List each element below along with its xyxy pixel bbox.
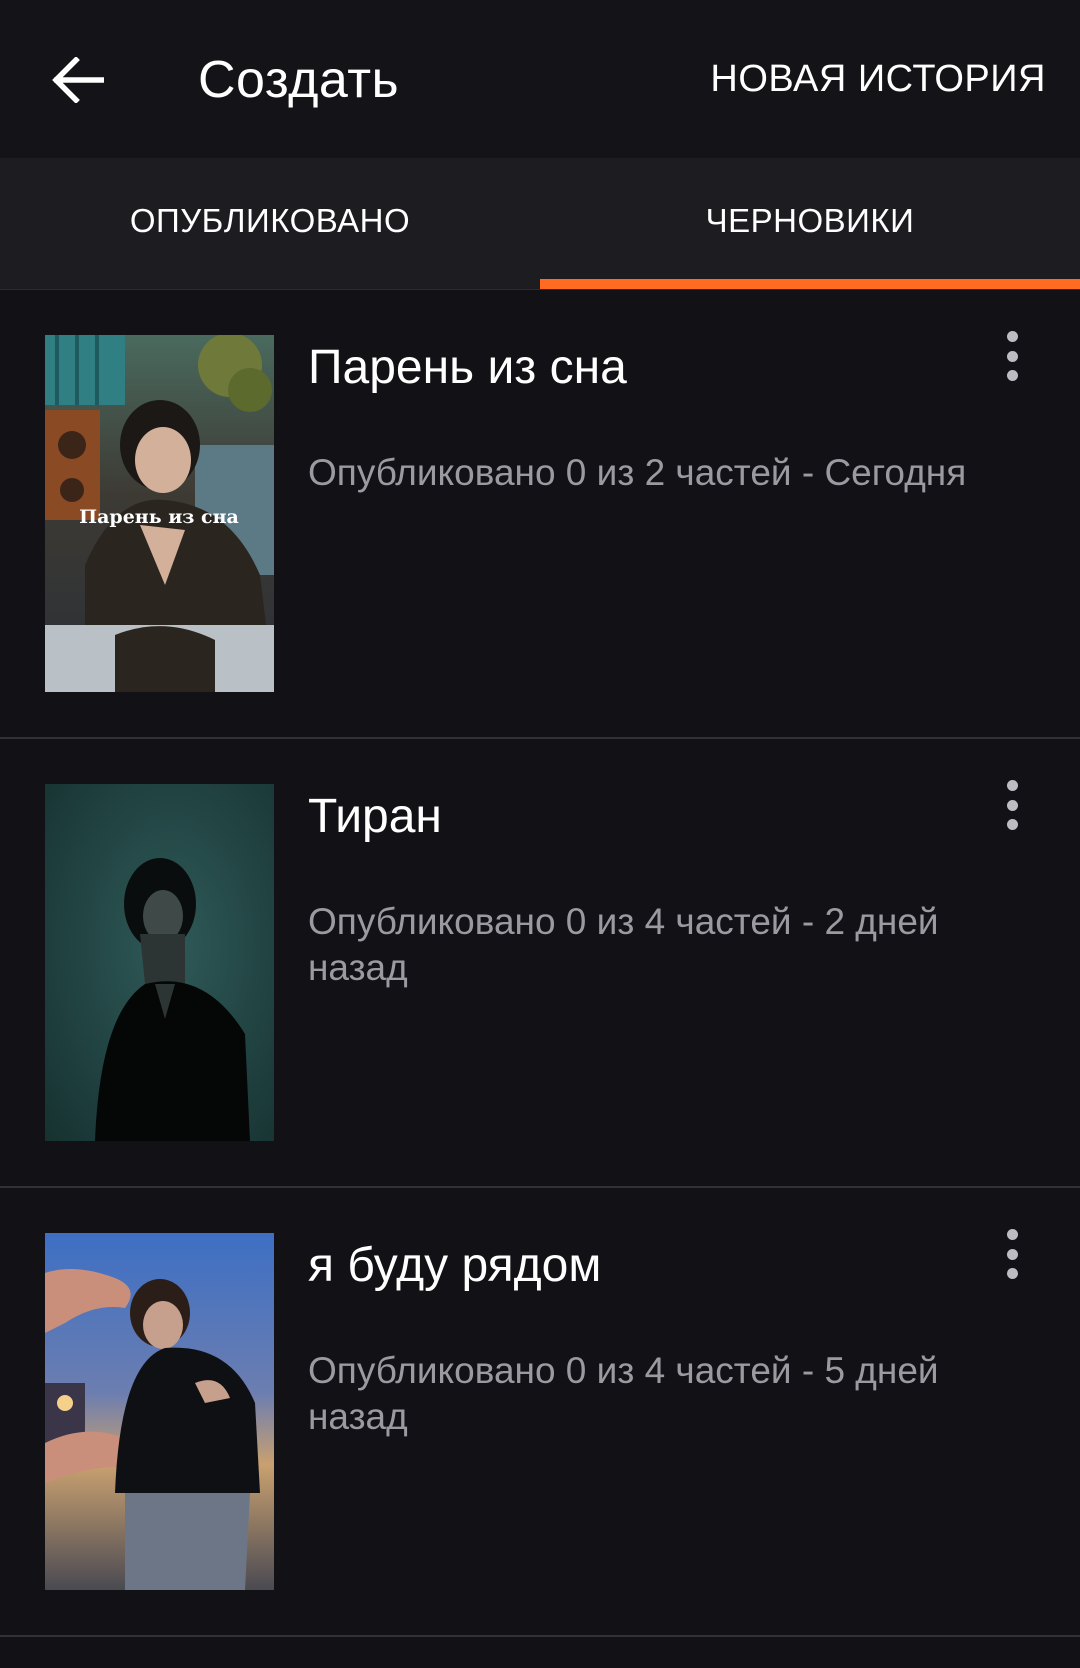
tab-drafts[interactable]: ЧЕРНОВИКИ — [540, 158, 1080, 289]
top-app-bar: Создать НОВАЯ ИСТОРИЯ — [0, 0, 1080, 158]
story-cover-image: Парень из сна — [45, 335, 274, 692]
page-title: Создать — [198, 51, 400, 109]
story-title: Тиран — [308, 790, 442, 843]
story-item[interactable]: Парень из сна Парень из сна Опубликовано… — [0, 290, 1080, 739]
arrow-left-icon — [51, 57, 104, 103]
story-list: Парень из сна Парень из сна Опубликовано… — [0, 290, 1080, 1637]
story-meta: Опубликовано 0 из 4 частей - 2 дней наза… — [308, 901, 939, 988]
cover-caption: Парень из сна — [79, 506, 239, 528]
tab-bar: ОПУБЛИКОВАНО ЧЕРНОВИКИ — [0, 158, 1080, 290]
app-screen: Создать НОВАЯ ИСТОРИЯ ОПУБЛИКОВАНО ЧЕРНО… — [0, 0, 1080, 1668]
back-button[interactable] — [40, 45, 115, 115]
story-cover-image — [45, 1233, 274, 1590]
story-title: я буду рядом — [308, 1239, 602, 1292]
more-options-icon[interactable] — [992, 1226, 1032, 1282]
more-options-icon[interactable] — [992, 777, 1032, 833]
story-item[interactable]: Тиран Опубликовано 0 из 4 частей - 2 дне… — [0, 739, 1080, 1188]
story-cover-image — [45, 784, 274, 1141]
story-meta: Опубликовано 0 из 2 частей - Сегодня — [308, 452, 967, 493]
more-options-icon[interactable] — [992, 328, 1032, 384]
story-title: Парень из сна — [308, 341, 627, 394]
tab-published[interactable]: ОПУБЛИКОВАНО — [0, 158, 540, 289]
story-meta: Опубликовано 0 из 4 частей - 5 дней наза… — [308, 1350, 939, 1437]
new-story-button[interactable]: НОВАЯ ИСТОРИЯ — [710, 58, 1046, 101]
story-item[interactable]: я буду рядом Опубликовано 0 из 4 частей … — [0, 1188, 1080, 1637]
